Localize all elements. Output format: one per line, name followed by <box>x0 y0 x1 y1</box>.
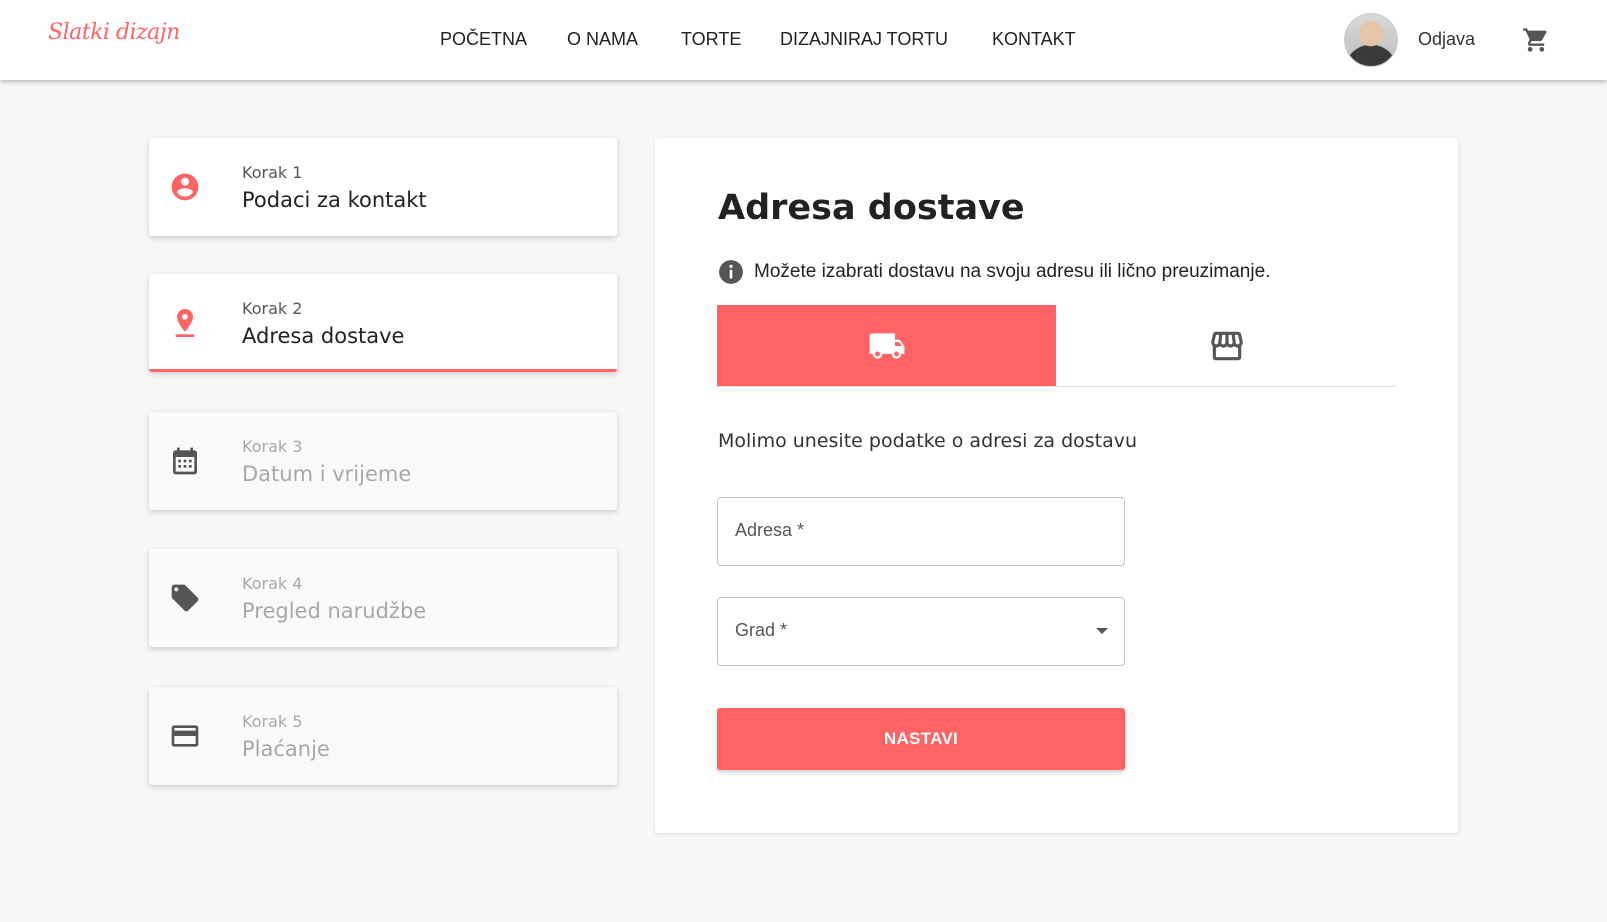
tab-pickup[interactable] <box>1057 305 1396 386</box>
step-number: Korak 2 <box>242 299 303 318</box>
shopping-cart-icon[interactable] <box>1522 26 1550 54</box>
info-icon <box>719 260 743 284</box>
calendar-icon <box>173 447 197 475</box>
step-title: Datum i vrijeme <box>242 462 412 486</box>
credit-card-icon <box>171 725 199 747</box>
tag-icon <box>171 584 199 612</box>
delivery-address-card: Adresa dostave Možete izabrati dostavu n… <box>655 138 1458 833</box>
city-select-label: Grad * <box>735 620 788 640</box>
step-number: Korak 3 <box>242 437 303 456</box>
page-title: Adresa dostave <box>718 188 1025 228</box>
step-number: Korak 1 <box>242 163 303 182</box>
address-hint: Molimo unesite podatke o adresi za dosta… <box>718 430 1138 452</box>
city-select[interactable]: Grad * <box>717 597 1125 666</box>
step-1-contact[interactable]: Korak 1 Podaci za kontakt <box>149 138 617 236</box>
logout-link[interactable]: Odjava <box>1418 29 1475 50</box>
step-3-date-time[interactable]: Korak 3 Datum i vrijeme <box>149 412 617 510</box>
location-pin-icon <box>175 309 195 337</box>
continue-button[interactable]: NASTAVI <box>717 708 1125 770</box>
store-icon <box>1211 331 1243 361</box>
nav-item-torte[interactable]: TORTE <box>681 29 741 50</box>
step-number: Korak 4 <box>242 574 303 593</box>
step-title: Adresa dostave <box>242 324 405 348</box>
chevron-down-icon <box>1096 628 1108 634</box>
step-title: Podaci za kontakt <box>242 188 427 212</box>
info-text: Možete izabrati dostavu na svoju adresu … <box>754 261 1271 282</box>
top-navbar: Slatki dizajn POČETNA O NAMA TORTE DIZAJ… <box>0 0 1607 80</box>
nav-item-kontakt[interactable]: KONTAKT <box>992 29 1076 50</box>
delivery-truck-icon <box>869 333 905 359</box>
nav-item-pocetna[interactable]: POČETNA <box>440 29 527 50</box>
step-number: Korak 5 <box>242 712 303 731</box>
account-circle-icon <box>171 173 199 201</box>
nav-item-dizajniraj-tortu[interactable]: DIZAJNIRAJ TORTU <box>780 29 948 50</box>
user-avatar[interactable] <box>1344 13 1398 67</box>
nav-item-o-nama[interactable]: O NAMA <box>567 29 638 50</box>
step-5-payment[interactable]: Korak 5 Plaćanje <box>149 687 617 785</box>
tab-delivery[interactable] <box>717 305 1056 386</box>
step-2-delivery-address[interactable]: Korak 2 Adresa dostave <box>149 274 617 372</box>
step-4-order-review[interactable]: Korak 4 Pregled narudžbe <box>149 549 617 647</box>
brand-logo[interactable]: Slatki dizajn <box>48 20 180 45</box>
address-field-label: Adresa * <box>735 520 805 540</box>
address-field[interactable]: Adresa * <box>717 497 1125 566</box>
delivery-method-tabs <box>717 305 1396 387</box>
step-title: Plaćanje <box>242 737 330 761</box>
step-title: Pregled narudžbe <box>242 599 427 623</box>
